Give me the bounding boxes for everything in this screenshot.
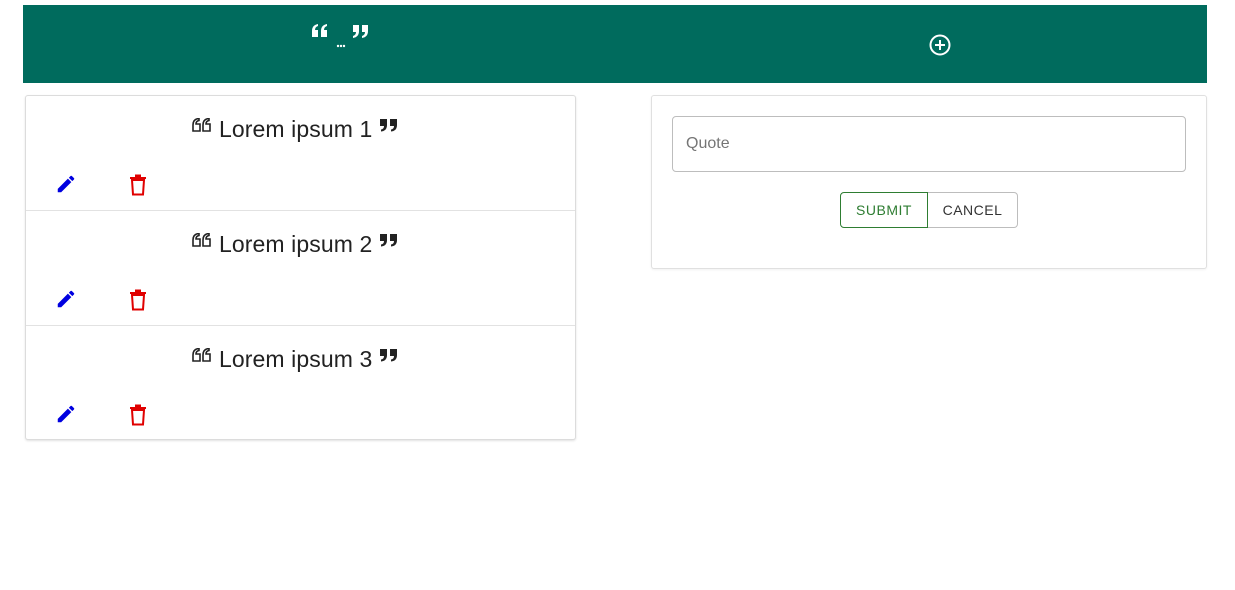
open-quote-icon [192,348,211,362]
quote-text: Lorem ipsum 3 [219,345,373,372]
quote-list: Lorem ipsum 1 Lorem ipsum 2 Lorem ipsum … [25,95,576,440]
quote-item: Lorem ipsum 2 [26,211,575,326]
cancel-button[interactable]: CANCEL [928,192,1018,228]
quote-content: Lorem ipsum 3 [192,344,399,374]
quote-input[interactable] [672,116,1186,172]
open-quote-icon [192,118,211,132]
app-header [23,5,1207,83]
pencil-icon[interactable] [55,288,77,310]
quote-item: Lorem ipsum 1 [26,96,575,211]
quote-item: Lorem ipsum 3 [26,326,575,441]
open-quote-icon [192,233,211,247]
quote-content: Lorem ipsum 2 [192,229,399,259]
add-circle-icon[interactable] [927,32,953,58]
close-quote-icon [380,119,398,132]
pencil-icon[interactable] [55,173,77,195]
form-button-group: SUBMIT CANCEL [840,192,1018,228]
quote-text: Lorem ipsum 2 [219,230,373,257]
trash-icon[interactable] [128,174,148,196]
close-quote-icon [380,349,398,362]
trash-icon[interactable] [128,404,148,426]
pencil-icon[interactable] [55,403,77,425]
close-quote-icon [380,234,398,247]
quote-form: SUBMIT CANCEL [651,95,1207,269]
submit-button[interactable]: SUBMIT [840,192,928,228]
quote-logo-icon [312,24,368,48]
quote-content: Lorem ipsum 1 [192,114,399,144]
trash-icon[interactable] [128,289,148,311]
quote-text: Lorem ipsum 1 [219,115,373,142]
